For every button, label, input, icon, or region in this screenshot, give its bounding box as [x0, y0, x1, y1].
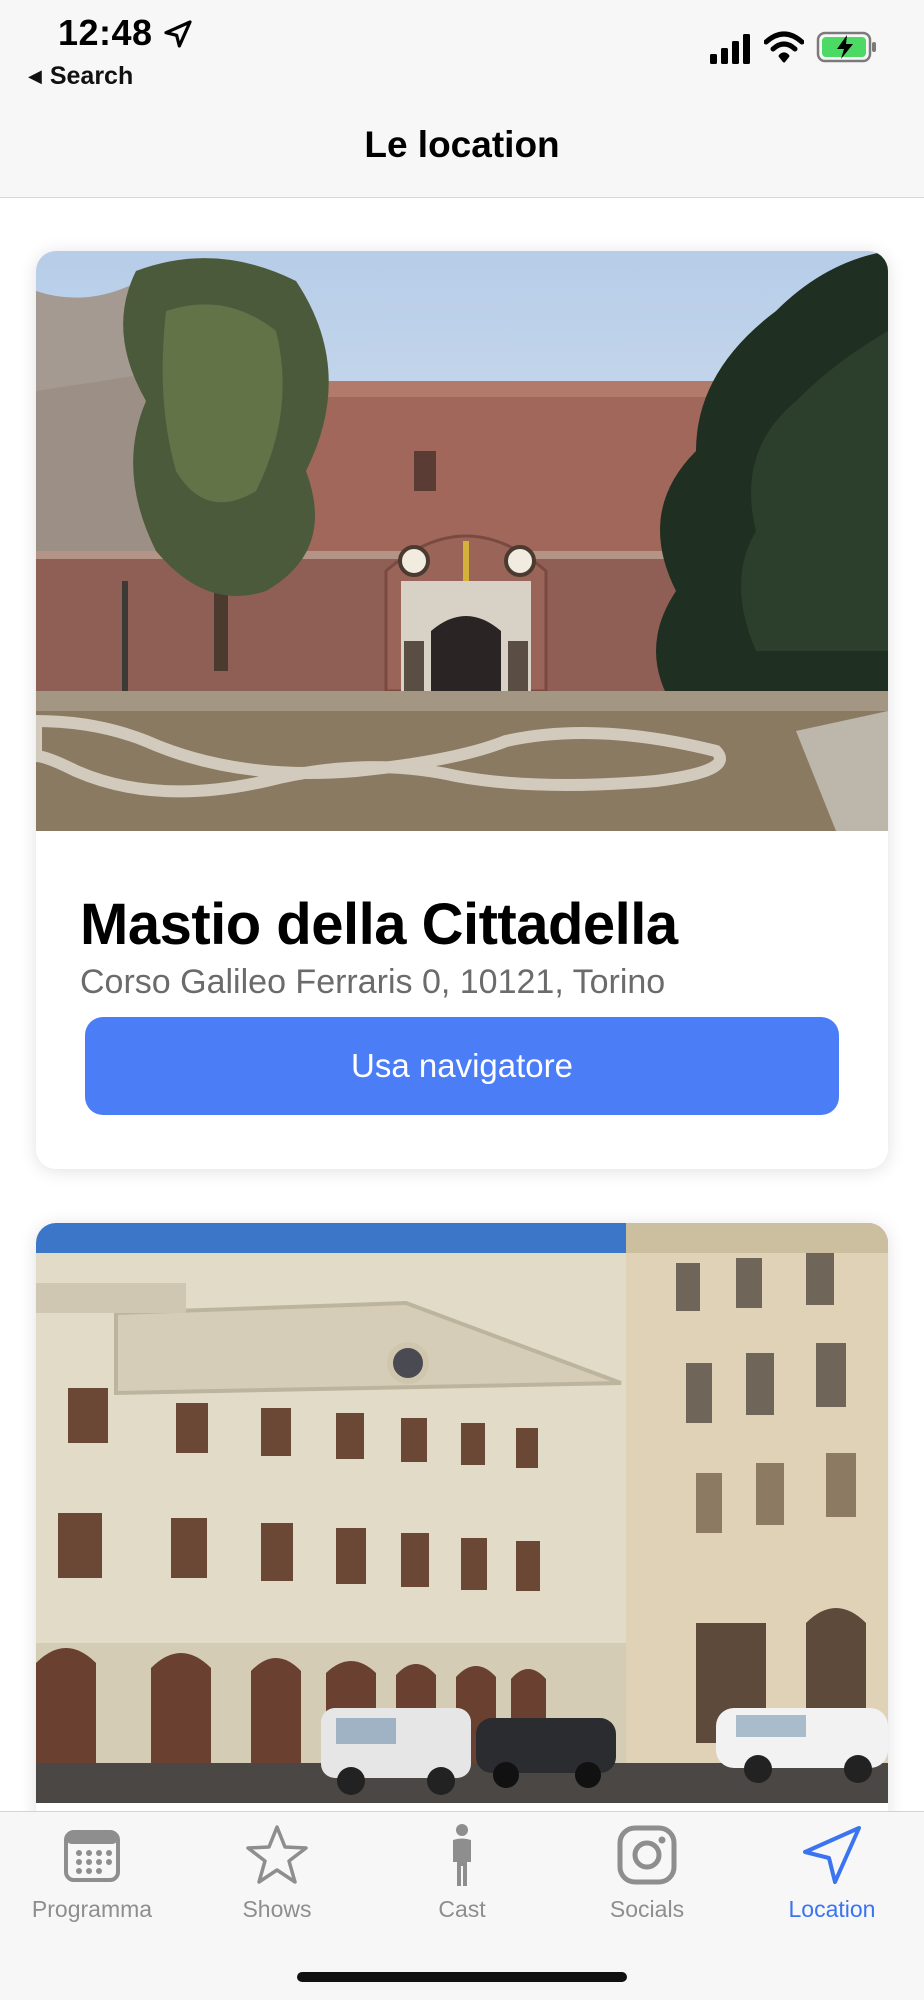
tab-label: Shows	[242, 1896, 312, 1922]
brick-fortress-photo	[36, 251, 888, 831]
location-address: Corso Galileo Ferraris 0, 10121, Torino	[80, 963, 666, 1001]
tab-location[interactable]: Location	[740, 1822, 924, 1932]
use-navigator-button[interactable]: Usa navigatore	[85, 1017, 839, 1115]
tab-label: Socials	[609, 1896, 685, 1922]
calendar-icon	[64, 1830, 120, 1882]
locations-list[interactable]: Mastio della Cittadella Corso Galileo Fe…	[0, 199, 924, 1811]
tab-shows[interactable]: Shows	[185, 1822, 369, 1932]
location-arrow-icon	[164, 20, 192, 48]
star-icon	[246, 1825, 308, 1884]
cellular-signal-icon	[710, 34, 750, 64]
tab-socials[interactable]: Socials	[555, 1822, 739, 1932]
status-time: 12:48	[58, 12, 153, 53]
back-to-search-button[interactable]: ◀ Search	[28, 62, 133, 91]
back-triangle-icon: ◀	[28, 66, 42, 86]
tab-cast[interactable]: Cast	[370, 1822, 554, 1932]
tab-label: Location	[788, 1896, 876, 1922]
home-indicator	[297, 1972, 627, 1982]
location-card	[36, 1223, 888, 1811]
historic-theatre-building-photo	[36, 1223, 888, 1803]
person-icon	[453, 1824, 471, 1886]
navigation-bar: Le location	[0, 96, 924, 198]
back-search-label: Search	[49, 62, 134, 90]
wifi-icon	[764, 31, 804, 63]
location-arrow-icon	[803, 1826, 861, 1884]
tab-label: Cast	[438, 1896, 486, 1922]
page-title: Le location	[364, 124, 560, 165]
tab-label: Programma	[31, 1896, 153, 1922]
location-card: Mastio della Cittadella Corso Galileo Fe…	[36, 251, 888, 1169]
tab-programma[interactable]: Programma	[0, 1822, 184, 1932]
location-name: Mastio della Cittadella	[80, 892, 678, 957]
battery-charging-icon	[816, 31, 876, 63]
status-bar: 12:48 ◀ Search	[0, 0, 924, 96]
instagram-icon	[617, 1825, 677, 1885]
